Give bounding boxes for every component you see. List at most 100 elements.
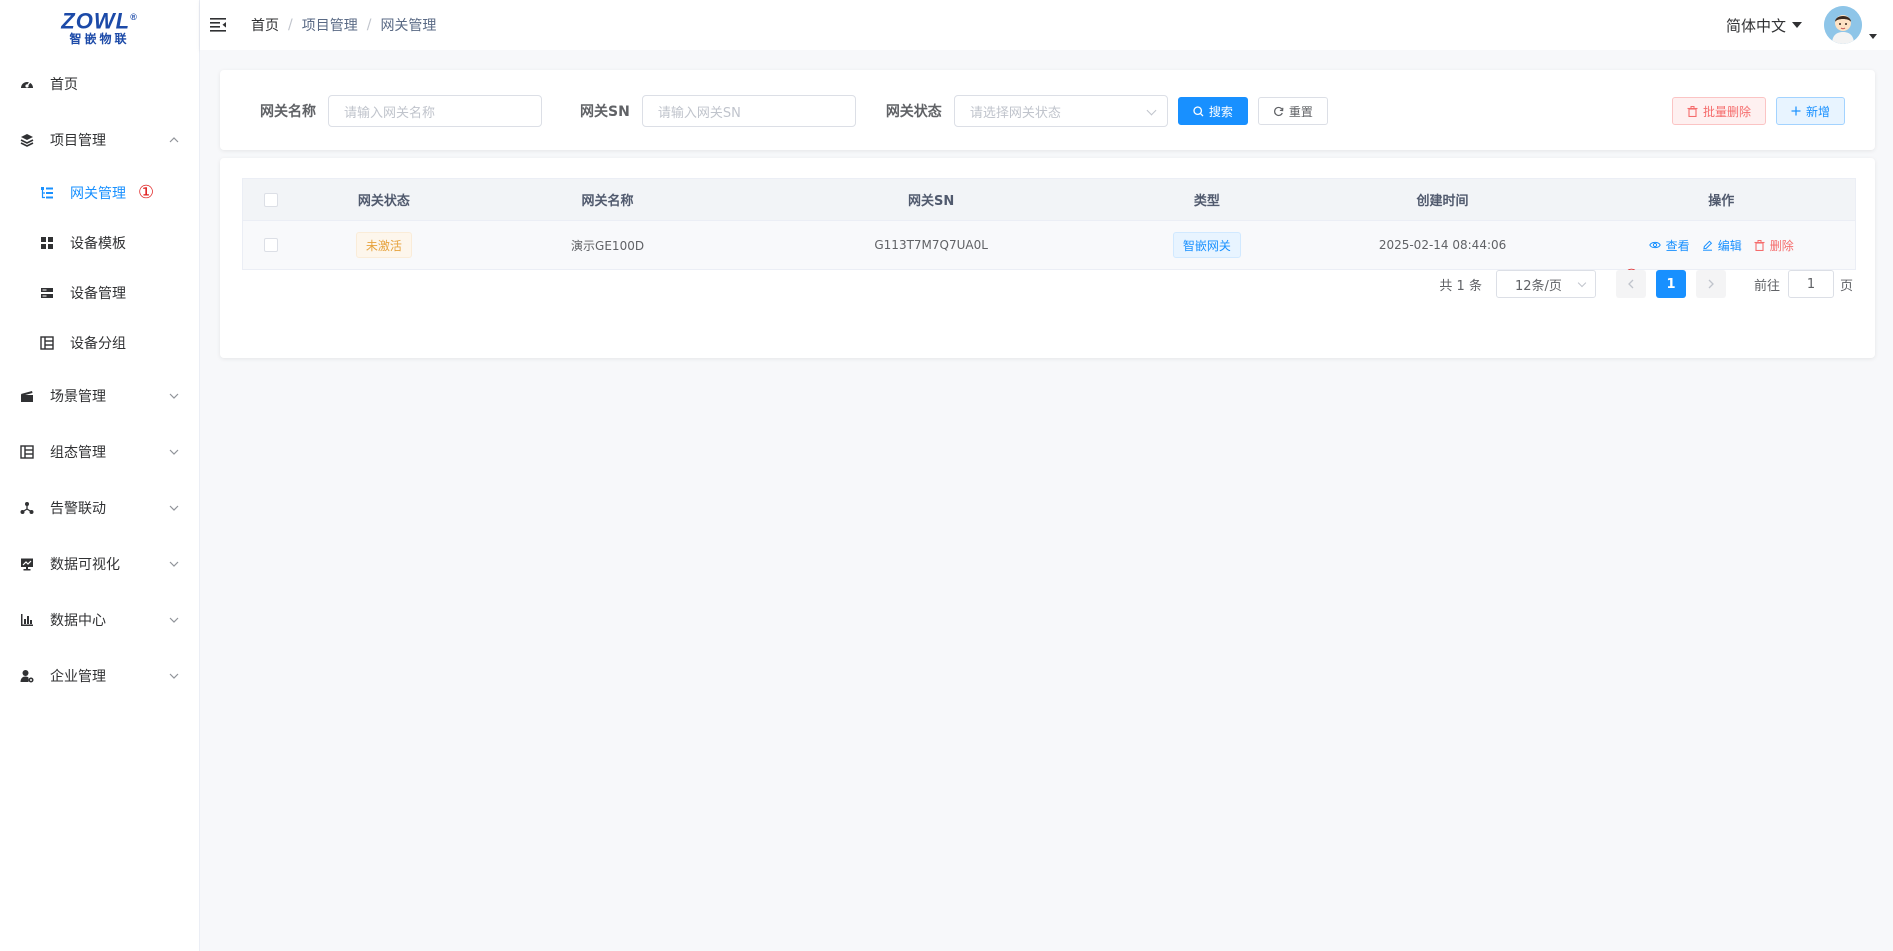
trash-icon [1687,105,1698,117]
pagination-total: 共 1 条 [1439,278,1482,294]
gateway-name-label: 网关名称 [260,104,316,120]
breadcrumb-home[interactable]: 首页 [251,15,279,35]
delete-button[interactable]: 删除 [1754,237,1794,254]
sidebar-item-label: 告警联动 [50,501,106,517]
logo-subtitle: 智嵌物联 [69,32,130,47]
batch-delete-button[interactable]: 批量删除 [1671,97,1766,125]
sidebar-menu: 首页 项目管理 网关管理 ① 设备模板 设备管理 设备分组 场景管理 组态管理 … [0,56,199,704]
column-header-created: 创建时间 [1416,194,1469,209]
delete-label: 删除 [1769,238,1794,253]
gateway-status-label: 网关状态 [885,104,942,120]
header-right: 简体中文 [1726,0,1893,50]
chevron-down-icon [1577,278,1587,288]
gateway-status-placeholder: 请选择网关状态 [969,105,1061,121]
sidebar-item-project[interactable]: 项目管理 [0,112,199,168]
language-label: 简体中文 [1725,16,1786,35]
header-checkbox-cell [243,192,299,207]
avatar[interactable] [1824,6,1862,44]
sidebar-item-label: 项目管理 [50,133,106,149]
column-header-type: 类型 [1193,194,1220,209]
page-size-select[interactable]: 12条/页 [1495,270,1596,298]
chevron-down-icon [169,391,179,401]
status-cell: 未激活 [299,232,469,258]
search-icon [1193,105,1204,117]
edit-button[interactable]: 编辑 [1702,237,1742,254]
annotation-marker-1: ① [138,182,155,203]
chevron-up-icon [169,135,179,145]
sidebar-item-label: 场景管理 [50,389,106,405]
refresh-icon [1273,106,1284,117]
select-all-checkbox[interactable] [263,192,278,207]
sidebar-item-label: 设备模板 [70,236,126,252]
caret-down-icon [1792,22,1802,28]
grid-icon [40,236,54,250]
view-button[interactable]: 查看 [1648,237,1690,254]
add-button-label: 新增 [1805,104,1830,119]
page-size-value: 12条/页 [1514,278,1562,294]
sidebar-item-alarm[interactable]: 告警联动 [0,480,199,536]
top-header: 首页 / 项目管理 / 网关管理 简体中文 [200,0,1893,50]
gateway-status-select[interactable]: 请选择网关状态 [953,95,1168,127]
server-icon [40,286,54,300]
breadcrumb-project[interactable]: 项目管理 [302,15,358,35]
pagination: 共 1 条 12条/页 1 前往 1 页 [1439,270,1853,298]
sidebar-item-home[interactable]: 首页 [0,56,199,112]
created-cell: 2025-02-14 08:44:06 [1378,238,1507,252]
goto-page-input[interactable]: 1 [1787,270,1834,298]
menu-toggle-icon[interactable] [205,15,231,35]
language-switcher[interactable]: 简体中文 [1726,15,1802,36]
sidebar-item-data-center[interactable]: 数据中心 [0,592,199,648]
sn-cell: G113T7M7Q7UA0L [874,238,988,252]
main-content: 网关名称 请输入网关名称 网关SN 请输入网关SN 网关状态 请选择网关状态 搜… [200,50,1893,951]
chevron-down-icon [169,503,179,513]
tree-list-icon [20,445,34,459]
sidebar-item-device-group[interactable]: 设备分组 [0,318,199,368]
sidebar-item-label: 组态管理 [50,445,106,461]
sidebar-item-enterprise[interactable]: 企业管理 [0,648,199,704]
page-number-button[interactable]: 1 [1655,270,1686,298]
trash-icon [1754,239,1765,251]
reset-button[interactable]: 重置 [1257,97,1328,125]
logo-wordmark: ZOWL® [61,8,138,34]
reset-button-label: 重置 [1288,104,1313,119]
next-page-button[interactable] [1695,270,1726,298]
type-cell: 智嵌网关 [1116,232,1298,258]
monitor-icon [20,557,34,571]
breadcrumb-separator: / [288,17,293,33]
gateway-name-input[interactable]: 请输入网关名称 [328,95,542,127]
sidebar-item-device-template[interactable]: 设备模板 [0,218,199,268]
gateway-sn-input[interactable]: 请输入网关SN [641,95,856,127]
chevron-down-icon [169,671,179,681]
sidebar-item-gateway-management[interactable]: 网关管理 ① [0,168,199,218]
sidebar-item-visualization[interactable]: 数据可视化 [0,536,199,592]
search-button-label: 搜索 [1208,104,1233,119]
batch-delete-label: 批量删除 [1702,104,1751,119]
edit-label: 编辑 [1717,238,1742,253]
clapper-icon [20,389,34,403]
brand-logo[interactable]: ZOWL® 智嵌物联 [0,0,199,52]
add-button[interactable]: 新增 [1775,97,1845,125]
plus-icon [1791,106,1801,116]
name-cell: 演示GE100D [571,238,645,253]
search-form: 网关名称 请输入网关名称 网关SN 请输入网关SN 网关状态 请选择网关状态 搜… [220,95,1875,127]
search-button[interactable]: 搜索 [1177,97,1248,125]
sidebar-item-scene[interactable]: 场景管理 [0,368,199,424]
gateway-table: 网关状态 网关名称 网关SN 类型 创建时间 操作 未激活 演示GE100D G… [242,178,1856,285]
gateway-sn-placeholder: 请输入网关SN [657,105,741,121]
nodes-icon [20,501,34,515]
column-header-name: 网关名称 [581,194,634,209]
prev-page-button[interactable] [1615,270,1646,298]
table-row: 未激活 演示GE100D G113T7M7Q7UA0L 智嵌网关 2025-02… [243,221,1855,285]
row-checkbox[interactable] [263,238,278,252]
sidebar-item-device-management[interactable]: 设备管理 [0,268,199,318]
layers-icon [20,133,34,147]
bar-chart-icon [20,613,34,627]
column-header-sn: 网关SN [908,194,955,209]
sidebar-item-label: 数据可视化 [50,557,120,573]
sidebar-item-configuration[interactable]: 组态管理 [0,424,199,480]
caret-down-icon[interactable] [1869,33,1877,39]
sidebar: ZOWL® 智嵌物联 首页 项目管理 网关管理 ① 设备模板 设备管理 设备分组… [0,0,200,951]
breadcrumb-current: 网关管理 [380,18,437,34]
row-checkbox-cell [243,238,299,252]
sidebar-item-label: 数据中心 [50,613,106,629]
